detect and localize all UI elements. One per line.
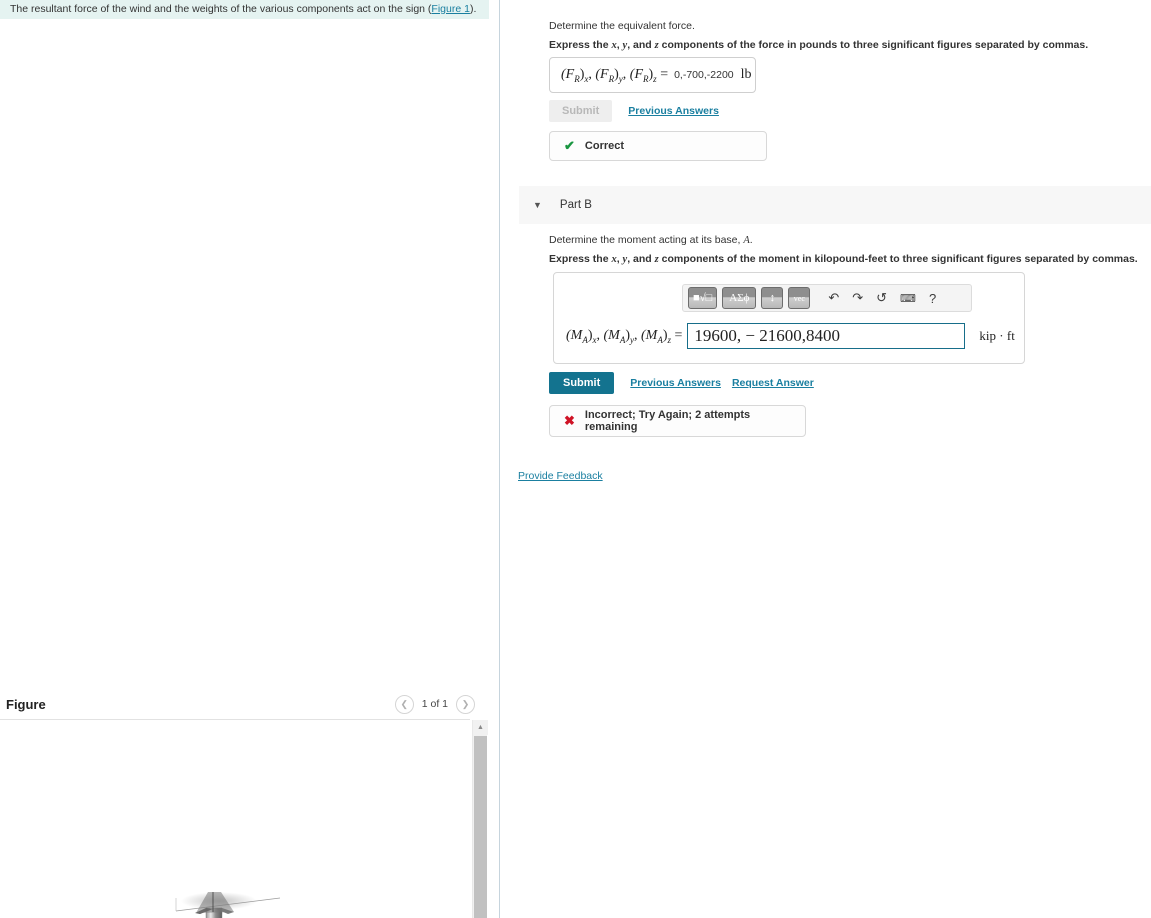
ma-sub-y: y	[630, 334, 634, 345]
undo-glyph: ↶	[828, 290, 840, 305]
intro-text-before: The resultant force of the wind and the …	[10, 3, 432, 15]
figure-body: z 12 ft	[0, 720, 489, 918]
part-b-answer-box: ■√□ ΑΣϕ ↕ vec ↶ ↷ ↺ ⌨ ? (MA)x, (MA)y, (M…	[553, 272, 1025, 364]
check-icon: ✔	[564, 138, 575, 153]
keyboard-glyph: ⌨	[900, 292, 916, 305]
sort-updown-button[interactable]: ↕	[761, 287, 784, 309]
fr-sub-x: x	[584, 73, 589, 84]
part-b-answer-label: (MA)x, (MA)y, (MA)z =	[566, 327, 683, 345]
fr-open2: (F	[595, 66, 609, 82]
figure-1-link[interactable]: Figure 1	[431, 3, 470, 15]
express-a-suffix: components of the force in pounds to thr…	[658, 39, 1089, 51]
chevron-right-icon: ❯	[461, 698, 470, 709]
ma-open3: (M	[641, 327, 658, 343]
part-b-request-answer-link[interactable]: Request Answer	[732, 377, 814, 389]
express-b-sep2: , and	[627, 253, 655, 265]
part-a-status-label: Correct	[584, 140, 625, 152]
part-a-answer-box: (FR)x, (FR)y, (FR)z = 0,-700,-2200 lb	[549, 57, 756, 93]
sort-updown-icon: ↕	[769, 292, 776, 304]
fr-open3: (F	[629, 66, 643, 82]
vector-button[interactable]: vec	[788, 287, 811, 309]
keyboard-icon[interactable]: ⌨	[900, 292, 916, 305]
part-b-answer-line: (MA)x, (MA)y, (MA)z = 19600, − 21600,840…	[566, 323, 1015, 349]
part-b-button-row: Submit Previous Answers Request Answer	[549, 372, 814, 394]
chevron-left-icon: ❮	[400, 698, 408, 709]
intro-text-after: ).	[469, 3, 477, 15]
figure-panel-title: Figure	[6, 696, 46, 712]
figure-diagram: z 12 ft	[0, 720, 470, 918]
part-b-prompt-suffix: .	[749, 234, 753, 246]
ma-open1: (M	[566, 327, 583, 343]
ma-sub-x: x	[592, 334, 597, 345]
part-b-prompt: Determine the moment acting at its base,…	[549, 234, 753, 246]
chevron-down-icon[interactable]: ▼	[533, 200, 542, 210]
provide-feedback-link[interactable]: Provide Feedback	[518, 470, 603, 482]
part-a-express-instruction: Express the x, y, and z components of th…	[549, 39, 1088, 51]
part-b-status-label: Incorrect; Try Again; 2 attempts remaini…	[584, 409, 751, 433]
undo-icon[interactable]: ↶	[828, 290, 839, 306]
reset-icon[interactable]: ↺	[876, 290, 887, 306]
triangle-up-icon[interactable]: ▲	[473, 720, 488, 735]
part-a-prompt: Determine the equivalent force.	[549, 20, 695, 32]
figure-pager: ❮ 1 of 1 ❯	[394, 694, 489, 714]
problem-intro-banner: The resultant force of the wind and the …	[0, 0, 489, 19]
part-b-title: Part B	[559, 199, 592, 211]
problem-intro-text: The resultant force of the wind and the …	[0, 0, 476, 19]
math-editor-toolbar: ■√□ ΑΣϕ ↕ vec ↶ ↷ ↺ ⌨ ?	[682, 284, 972, 312]
fr-open: (F	[561, 66, 575, 82]
figure-next-button[interactable]: ❯	[456, 694, 475, 714]
express-b-prefix: Express the	[549, 253, 612, 265]
fr-sub-y: y	[618, 73, 623, 84]
cross-icon: ✖	[564, 413, 575, 428]
fr-equals: =	[660, 66, 669, 82]
part-a-answer-label: (FR)x, (FR)y, (FR)z =	[561, 66, 669, 84]
part-b-status-box: ✖ Incorrect; Try Again; 2 attempts remai…	[549, 405, 806, 437]
ma-sub-z: z	[667, 334, 672, 345]
express-b-suffix: components of the moment in kilopound-fe…	[658, 253, 1138, 265]
template-radical-icon: ■√□	[693, 292, 713, 304]
template-radical-button[interactable]: ■√□	[688, 287, 718, 309]
part-b-submit-button[interactable]: Submit	[549, 372, 615, 394]
vector-icon: vec	[793, 293, 805, 303]
ma-open2: (M	[603, 327, 620, 343]
greek-symbols-icon: ΑΣϕ	[729, 292, 750, 304]
part-b-header[interactable]: ▼ Part B	[519, 186, 1151, 224]
part-b-answer-input[interactable]: 19600, − 21600,8400	[687, 323, 966, 349]
scrollbar-thumb[interactable]	[474, 736, 487, 918]
help-glyph: ?	[928, 290, 937, 306]
left-pane: The resultant force of the wind and the …	[0, 0, 500, 918]
redo-glyph: ↷	[852, 290, 864, 305]
right-pane: Determine the equivalent force. Express …	[501, 0, 1151, 918]
express-a-sep2: , and	[627, 39, 655, 51]
page-root: The resultant force of the wind and the …	[0, 0, 1151, 918]
part-b-answer-value: 19600, − 21600,8400	[694, 326, 841, 345]
part-a-status-box: ✔ Correct	[549, 131, 767, 161]
part-a-answer-value: 0,-700,-2200	[674, 69, 734, 81]
part-a-previous-answers-link[interactable]: Previous Answers	[628, 105, 719, 117]
greek-symbols-button[interactable]: ΑΣϕ	[722, 287, 757, 309]
express-a-prefix: Express the	[549, 39, 612, 51]
figure-header: Figure ❮ 1 of 1 ❯	[0, 690, 489, 718]
ma-equals: =	[674, 327, 683, 343]
reset-glyph: ↺	[876, 290, 888, 305]
sign-post-diagram-svg: z 12 ft	[175, 892, 281, 918]
redo-icon[interactable]: ↷	[852, 290, 863, 306]
part-a-submit-button: Submit	[549, 100, 613, 122]
help-icon[interactable]: ?	[929, 291, 936, 306]
figure-pager-label: 1 of 1	[421, 698, 448, 710]
fr-sub-z: z	[653, 73, 657, 84]
part-b-unit: kip · ft	[979, 328, 1015, 343]
part-a-button-row: Submit Previous Answers	[549, 100, 719, 122]
part-b-express-instruction: Express the x, y, and z components of th…	[549, 253, 1138, 265]
figure-vertical-scrollbar[interactable]: ▲	[472, 720, 488, 918]
part-b-prompt-prefix: Determine the moment acting at its base,	[549, 234, 744, 246]
figure-prev-button[interactable]: ❮	[394, 694, 414, 714]
part-b-previous-answers-link[interactable]: Previous Answers	[630, 377, 721, 389]
part-a-unit: lb	[740, 67, 752, 82]
